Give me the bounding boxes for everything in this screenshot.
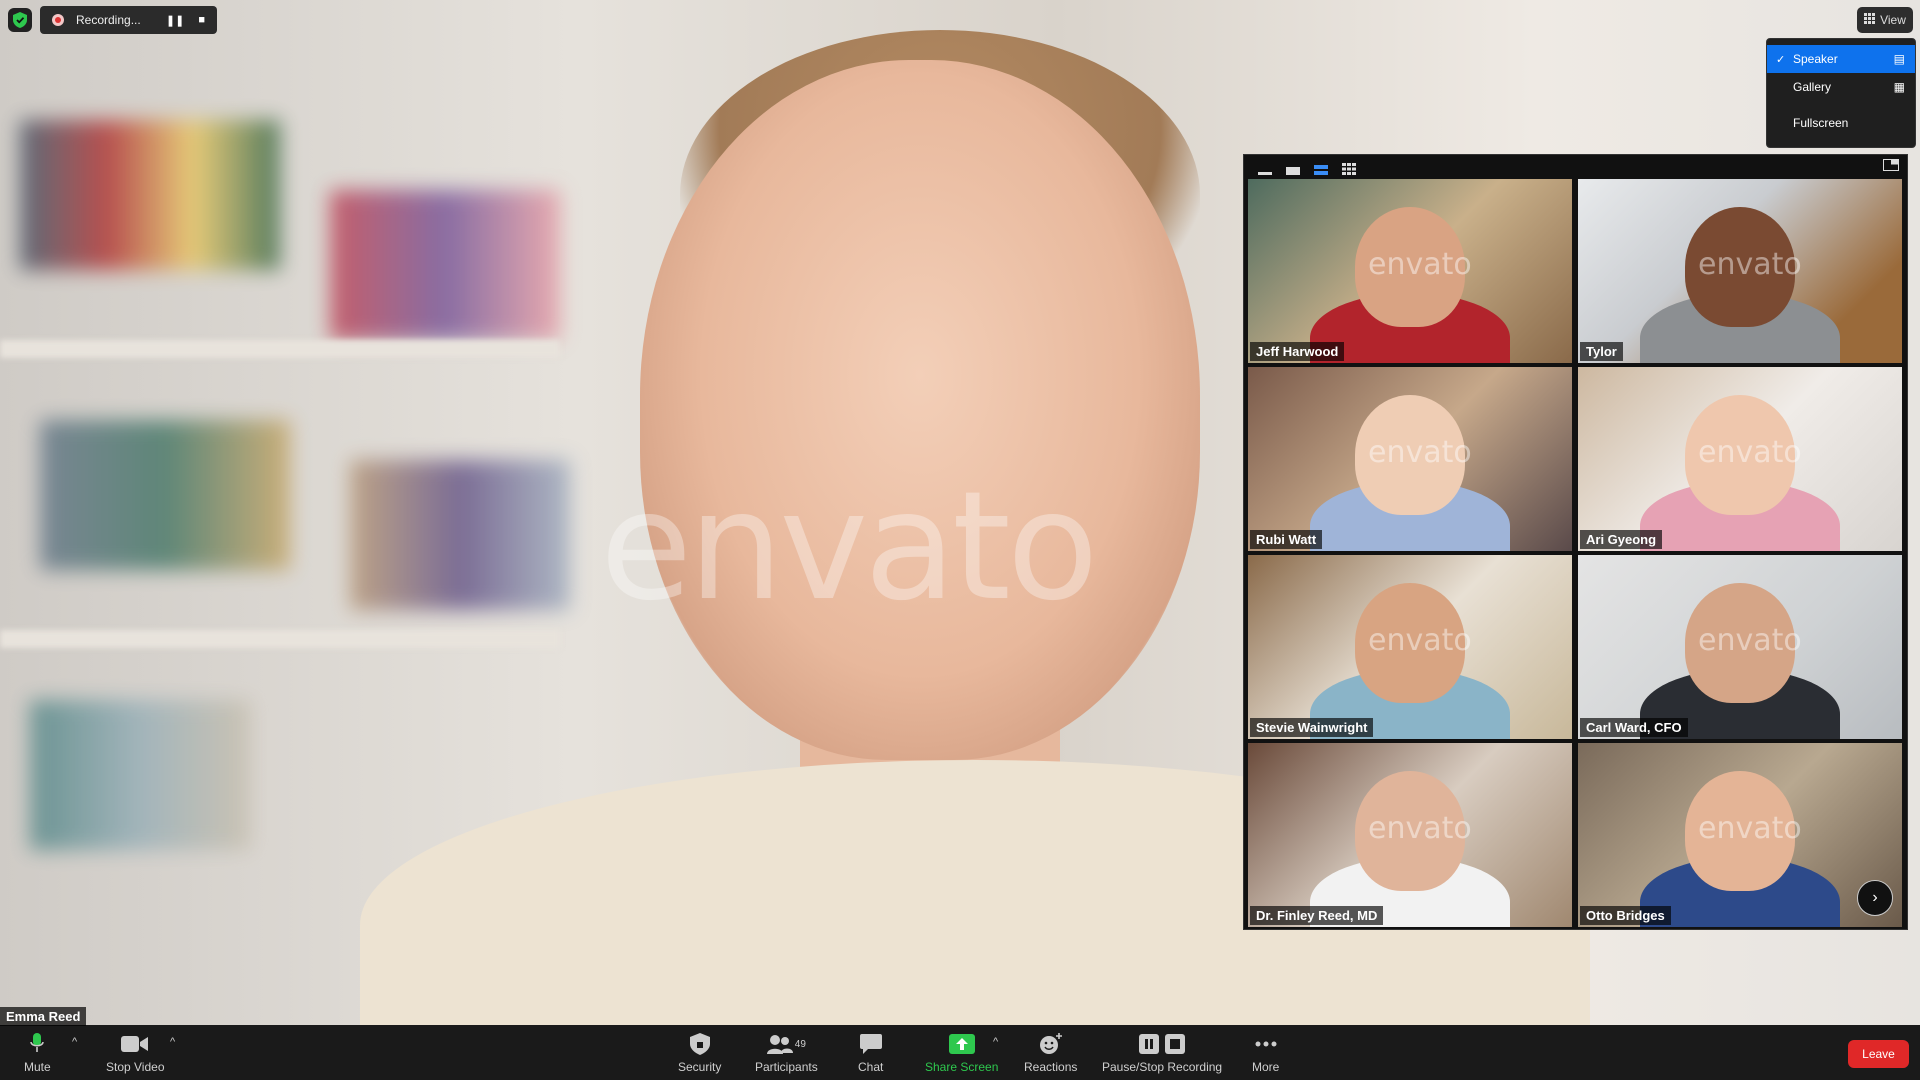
pause-recording-icon[interactable]: ❚❚ xyxy=(166,14,184,27)
stop-video-button[interactable]: Stop Video xyxy=(106,1032,165,1074)
gallery-panel-toolbar xyxy=(1244,155,1907,179)
participant-tile[interactable]: envato Tylor xyxy=(1578,179,1902,363)
speaker-layout-icon: ▤ xyxy=(1893,52,1905,66)
pause-stop-recording-label: Pause/Stop Recording xyxy=(1102,1060,1223,1074)
participants-label: Participants xyxy=(755,1060,818,1074)
speaker-face xyxy=(640,60,1200,760)
participant-name: Stevie Wainwright xyxy=(1250,718,1374,737)
recording-label: Recording... xyxy=(76,13,141,27)
participant-tile[interactable]: envato Dr. Finley Reed, MD xyxy=(1248,743,1572,927)
participant-tile[interactable]: envato Otto Bridges xyxy=(1578,743,1902,927)
tile-watermark: envato xyxy=(1698,435,1802,470)
participant-tile[interactable]: envato Ari Gyeong xyxy=(1578,367,1902,551)
participants-button[interactable]: 49 Participants xyxy=(755,1032,818,1074)
share-screen-button[interactable]: Share Screen xyxy=(925,1032,998,1074)
participant-name: Ari Gyeong xyxy=(1580,530,1663,549)
mute-button[interactable]: Mute xyxy=(24,1032,51,1074)
tile-watermark: envato xyxy=(1368,811,1472,846)
exit-panel-icon[interactable] xyxy=(1883,158,1899,176)
view-menu-speaker[interactable]: ✓ Speaker ▤ xyxy=(1767,45,1915,73)
security-button[interactable]: Security xyxy=(678,1032,721,1074)
share-options-caret-icon[interactable]: ^ xyxy=(993,1036,998,1048)
participant-name: Carl Ward, CFO xyxy=(1580,718,1688,737)
pause-stop-recording-button[interactable]: Pause/Stop Recording xyxy=(1102,1032,1222,1074)
envato-watermark: envato xyxy=(600,460,1099,634)
more-button[interactable]: More xyxy=(1252,1032,1279,1074)
view-button-label: View xyxy=(1880,13,1906,27)
chat-button[interactable]: Chat xyxy=(858,1032,883,1074)
reactions-label: Reactions xyxy=(1024,1060,1078,1074)
reactions-button[interactable]: Reactions xyxy=(1024,1032,1077,1074)
strip-layout-icon[interactable] xyxy=(1314,162,1328,175)
participant-name: Dr. Finley Reed, MD xyxy=(1250,906,1384,925)
stop-video-label: Stop Video xyxy=(106,1060,165,1074)
chevron-right-icon: › xyxy=(1872,889,1878,906)
ellipsis-icon xyxy=(1255,1032,1277,1056)
mute-label: Mute xyxy=(24,1060,51,1074)
view-menu: ✓ Speaker ▤ Gallery ▦ Fullscreen xyxy=(1766,38,1916,148)
speaker-name-label: Emma Reed xyxy=(0,1007,87,1026)
recording-dot-icon xyxy=(52,14,64,26)
grid-icon xyxy=(1864,13,1876,27)
tile-watermark: envato xyxy=(1698,811,1802,846)
view-menu-fullscreen[interactable]: Fullscreen xyxy=(1767,109,1915,137)
tile-watermark: envato xyxy=(1698,247,1802,282)
video-camera-icon xyxy=(121,1032,149,1056)
emoji-plus-icon xyxy=(1039,1032,1063,1056)
tile-watermark: envato xyxy=(1368,247,1472,282)
gallery-panel: envato Jeff Harwood envato Tylor envato … xyxy=(1243,154,1908,930)
shield-icon xyxy=(689,1032,710,1056)
grid-layout-icon[interactable] xyxy=(1342,162,1356,175)
minimize-icon[interactable] xyxy=(1258,162,1272,175)
security-label: Security xyxy=(678,1060,722,1074)
gallery-layout-icon: ▦ xyxy=(1893,80,1905,94)
tile-watermark: envato xyxy=(1368,435,1472,470)
tile-watermark: envato xyxy=(1368,623,1472,658)
participant-name: Jeff Harwood xyxy=(1250,342,1345,361)
share-screen-label: Share Screen xyxy=(925,1060,999,1074)
participant-tile[interactable]: envato Carl Ward, CFO xyxy=(1578,555,1902,739)
microphone-icon xyxy=(30,1032,45,1056)
leave-button[interactable]: Leave xyxy=(1848,1040,1909,1068)
check-icon: ✓ xyxy=(1776,53,1786,66)
share-screen-icon xyxy=(948,1032,975,1056)
participant-name: Rubi Watt xyxy=(1250,530,1323,549)
more-label: More xyxy=(1252,1060,1280,1074)
chat-label: Chat xyxy=(858,1060,884,1074)
participant-name: Tylor xyxy=(1580,342,1623,361)
meeting-toolbar: Mute ^ Stop Video ^ Security 49 Particip… xyxy=(0,1026,1920,1080)
tile-watermark: envato xyxy=(1698,623,1802,658)
participant-tile[interactable]: envato Stevie Wainwright xyxy=(1248,555,1572,739)
participants-count-badge: 49 xyxy=(794,1038,806,1050)
participant-tile[interactable]: envato Rubi Watt xyxy=(1248,367,1572,551)
participant-tile[interactable]: envato Jeff Harwood xyxy=(1248,179,1572,363)
chat-bubble-icon xyxy=(859,1032,882,1056)
view-button[interactable]: View xyxy=(1857,7,1913,33)
stop-recording-icon[interactable]: ■ xyxy=(198,14,205,27)
pause-stop-icon xyxy=(1139,1032,1186,1056)
single-tile-icon[interactable] xyxy=(1286,162,1300,175)
recording-indicator: Recording... ❚❚ ■ xyxy=(40,6,217,34)
participants-icon: 49 xyxy=(766,1032,806,1056)
audio-options-caret-icon[interactable]: ^ xyxy=(72,1036,77,1048)
encryption-shield-icon[interactable] xyxy=(8,8,32,32)
view-menu-gallery[interactable]: Gallery ▦ xyxy=(1767,73,1915,101)
video-options-caret-icon[interactable]: ^ xyxy=(170,1036,175,1048)
next-page-button[interactable]: › xyxy=(1857,880,1893,916)
participant-name: Otto Bridges xyxy=(1580,906,1671,925)
